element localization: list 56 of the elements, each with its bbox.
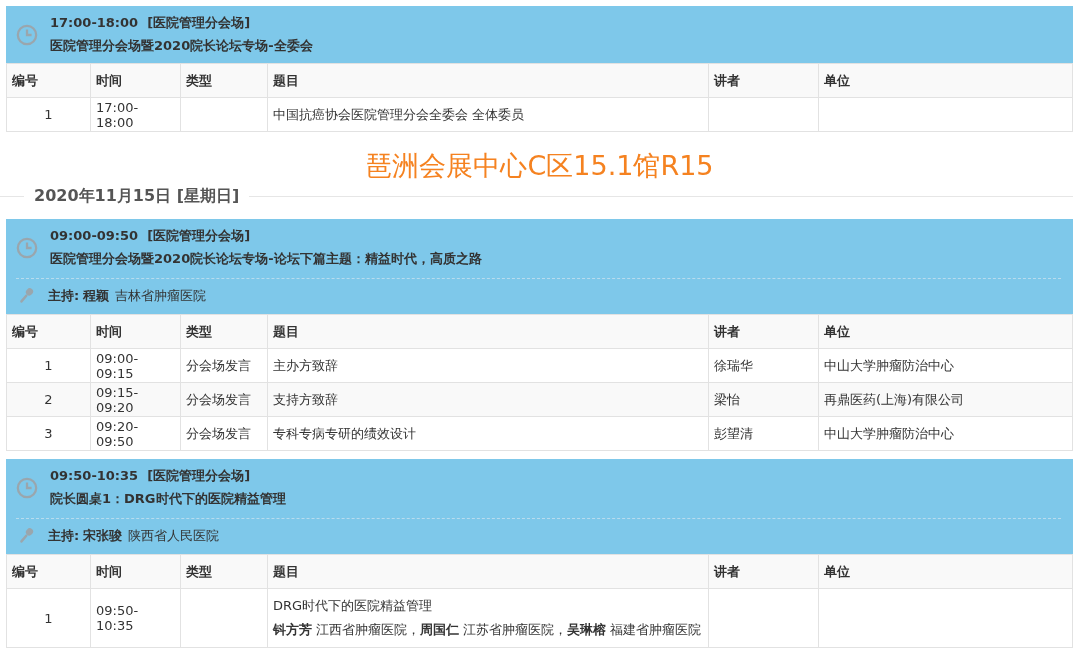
column-header: 时间	[96, 563, 122, 579]
table-cell: 梁怡	[714, 391, 740, 407]
table-cell: 09:50-10:35	[96, 603, 139, 634]
column-header: 单位	[824, 563, 850, 579]
host-info: 主持: 程颖 吉林省肿瘤医院	[48, 287, 207, 306]
column-header: 编号	[12, 72, 38, 88]
table-cell: 09:15-09:20	[96, 384, 139, 415]
table-cell: 17:00-18:00	[96, 99, 139, 130]
table-cell-text: DRG时代下的医院精益管理	[273, 597, 434, 616]
table-cell: 1	[44, 358, 53, 374]
session-title: 医院管理分会场暨2020院长论坛专场-全委会	[50, 37, 313, 55]
table-cell-text: 支持方致辞	[273, 390, 339, 409]
clock-icon	[16, 236, 38, 259]
table-cell: 1	[44, 610, 53, 626]
session-title: 医院管理分会场暨2020院长论坛专场-论坛下篇主题：精益时代，高质之路	[50, 250, 482, 269]
column-header: 编号	[12, 563, 38, 579]
session-time: 09:00-09:50 [医院管理分会场]	[50, 227, 252, 246]
column-header: 类型	[186, 72, 212, 88]
column-header: 时间	[96, 323, 122, 339]
clock-icon	[16, 23, 38, 46]
column-header: 讲者	[714, 72, 740, 88]
table-cell: 1	[44, 107, 53, 122]
table-cell: 分会场发言	[186, 425, 251, 441]
table-cell-text: 专科专病专研的绩效设计	[273, 424, 417, 443]
table-cell: 2	[44, 392, 53, 408]
column-header: 类型	[186, 563, 212, 579]
column-header: 编号	[12, 323, 38, 339]
table-cell: 中山大学肿瘤防治中心	[824, 425, 954, 441]
venue-title: 琶洲会展中心C区15.1馆R15	[365, 150, 714, 181]
column-header: 单位	[824, 323, 850, 339]
table-cell: 3	[44, 426, 53, 442]
table-cell: 中山大学肿瘤防治中心	[824, 357, 954, 373]
date-heading: 2020年11月15日 [星期日]	[34, 186, 240, 208]
table-cell: 再鼎医药(上海)有限公司	[824, 391, 965, 407]
table-cell: 09:20-09:50	[96, 418, 139, 449]
column-header: 题目	[273, 72, 299, 88]
column-header: 讲者	[714, 323, 740, 339]
table-cell-text: 主办方致辞	[273, 356, 339, 375]
session-time: 09:50-10:35 [医院管理分会场]	[50, 467, 252, 486]
column-header: 讲者	[714, 563, 740, 579]
column-header: 类型	[186, 323, 212, 339]
table-cell: 徐瑞华	[714, 357, 753, 373]
column-header: 题目	[273, 323, 299, 339]
table-cell: 09:00-09:15	[96, 350, 139, 381]
session-title: 院长圆桌1：DRG时代下的医院精益管理	[50, 490, 286, 509]
table-cell: 彭望清	[714, 425, 753, 441]
host-info: 主持: 宋张骏 陕西省人民医院	[48, 527, 220, 546]
table-cell: 分会场发言	[186, 391, 251, 407]
session-time: 17:00-18:00 [医院管理分会场]	[50, 14, 252, 32]
table-cell-text: 中国抗癌协会医院管理分会全委会 全体委员	[273, 105, 526, 124]
speaker-list: 钭方芳 江西省肿瘤医院，周国仁 江苏省肿瘤医院，吴琳榕 福建省肿瘤医院	[273, 621, 703, 640]
column-header: 时间	[96, 72, 122, 88]
table-cell: 分会场发言	[186, 357, 251, 373]
column-header: 题目	[273, 563, 299, 579]
column-header: 单位	[824, 72, 850, 88]
clock-icon	[16, 476, 38, 499]
